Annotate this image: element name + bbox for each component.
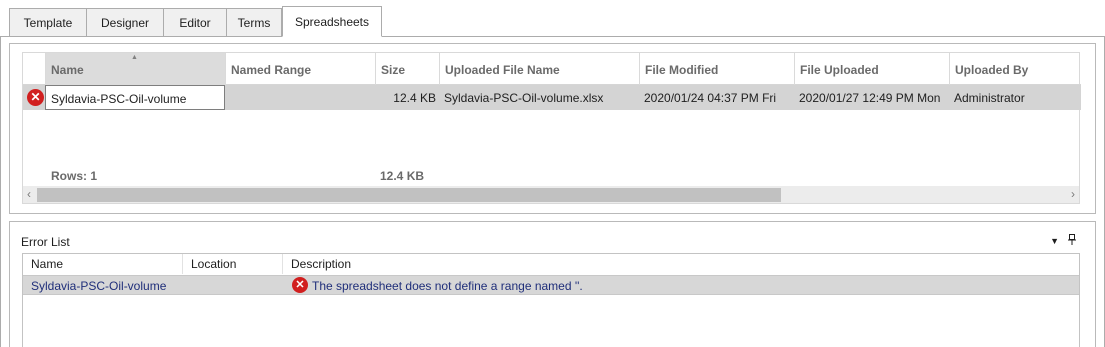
error-icon: ✕	[27, 89, 44, 106]
dropdown-arrow-icon[interactable]: ▼	[1050, 236, 1059, 246]
cell-file-uploaded[interactable]: 2020/01/27 12:49 PM Mon	[794, 85, 949, 110]
size-total: 12.4 KB	[380, 169, 425, 183]
tab-spreadsheets[interactable]: Spreadsheets	[282, 6, 382, 37]
cell-name[interactable]: Syldavia-PSC-Oil-volume	[45, 85, 225, 110]
table-row[interactable]: ✕ Syldavia-PSC-Oil-volume 12.4 KB Syldav…	[23, 85, 1081, 110]
pin-icon-graphic	[1068, 234, 1076, 245]
scrollbar-thumb[interactable]	[37, 188, 781, 202]
rows-count: Rows: 1	[51, 169, 98, 183]
column-header-named-range[interactable]: Named Range	[225, 53, 375, 85]
cell-uploaded-by[interactable]: Administrator	[949, 85, 1081, 110]
sort-ascending-icon: ▲	[131, 54, 138, 61]
cell-size[interactable]: 12.4 KB	[375, 85, 439, 110]
grid-header: ▲ Name Named Range Size Uploaded File Na…	[23, 53, 1081, 85]
scroll-left-icon[interactable]: ‹	[27, 187, 31, 201]
column-header-name[interactable]: ▲ Name	[45, 53, 225, 85]
error-list-title: Error List	[21, 235, 70, 249]
scroll-right-icon[interactable]: ›	[1071, 187, 1075, 201]
column-header-file-modified[interactable]: File Modified	[639, 53, 794, 85]
column-header-location[interactable]: Location	[183, 254, 283, 274]
error-list-panel: Error List ▼ Name Location Description S…	[9, 221, 1096, 347]
cell-named-range[interactable]	[225, 85, 375, 110]
error-list-header: Name Location Description	[23, 254, 1079, 274]
error-row[interactable]: Syldavia-PSC-Oil-volume ✕ The spreadshee…	[23, 275, 1079, 295]
column-header-size[interactable]: Size	[375, 53, 439, 85]
tab-strip: Template Designer Editor Terms Spreadshe…	[9, 6, 382, 37]
column-header-uploaded-by[interactable]: Uploaded By	[949, 53, 1081, 85]
column-header-description[interactable]: Description	[283, 254, 1079, 274]
spreadsheets-panel: ▲ Name Named Range Size Uploaded File Na…	[9, 43, 1096, 214]
spreadsheet-grid: ▲ Name Named Range Size Uploaded File Na…	[22, 52, 1081, 204]
column-header-uploaded-file-name[interactable]: Uploaded File Name	[439, 53, 639, 85]
tab-template[interactable]: Template	[9, 8, 86, 37]
column-header-error-name[interactable]: Name	[23, 254, 183, 274]
error-name[interactable]: Syldavia-PSC-Oil-volume	[31, 276, 166, 295]
tab-editor[interactable]: Editor	[163, 8, 226, 37]
column-header-label: Name	[51, 63, 84, 77]
error-description[interactable]: The spreadsheet does not define a range …	[312, 276, 583, 295]
tab-designer[interactable]: Designer	[86, 8, 163, 37]
error-list-grid: Name Location Description Syldavia-PSC-O…	[22, 253, 1080, 347]
pin-icon[interactable]	[1068, 234, 1076, 248]
column-header-file-uploaded[interactable]: File Uploaded	[794, 53, 949, 85]
cell-uploaded-file-name[interactable]: Syldavia-PSC-Oil-volume.xlsx	[439, 85, 639, 110]
error-icon: ✕	[292, 277, 308, 293]
tab-terms[interactable]: Terms	[226, 8, 282, 37]
cell-file-modified[interactable]: 2020/01/24 04:37 PM Fri	[639, 85, 794, 110]
horizontal-scrollbar[interactable]: ‹ ›	[23, 186, 1079, 203]
